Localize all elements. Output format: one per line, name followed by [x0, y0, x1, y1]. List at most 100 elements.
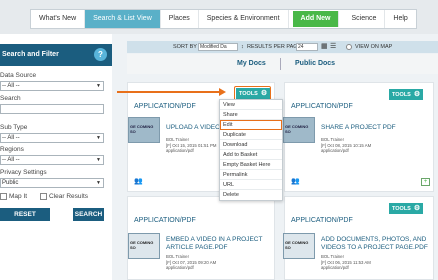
card-title-line-1[interactable]: ADD DOCUMENTS, PHOTOS, AND	[321, 236, 426, 244]
regions-select[interactable]: -- All -- ▼	[0, 155, 104, 165]
tools-label: TOOLS	[392, 92, 411, 98]
sort-direction-icon[interactable]: ↕	[241, 41, 244, 53]
data-source-label: Data Source	[0, 72, 37, 79]
tools-label: TOOLS	[392, 206, 411, 212]
card-author: BOL Trainer	[321, 137, 345, 142]
nav-add-new[interactable]: Add New	[292, 11, 340, 27]
tools-menu: View Share Edit Duplicate Download Add t…	[219, 99, 283, 201]
card-title[interactable]: UPLOAD A VIDEO	[166, 124, 220, 132]
card-thumbnail[interactable]: GE COMING SO	[283, 233, 315, 259]
card-title-line-2[interactable]: VIDEOS TO A PROJECT PAGE.PDF	[321, 244, 428, 252]
sidebar-title: Search and Filter	[2, 51, 59, 58]
card-thumbnail[interactable]: GE COMING SO	[283, 117, 315, 143]
tab-my-docs[interactable]: My Docs	[237, 60, 266, 67]
results-per-page-select[interactable]: 24	[296, 43, 318, 51]
sub-type-label: Sub Type	[0, 124, 28, 131]
sidebar-header: Search and Filter ?	[0, 44, 112, 66]
people-icon: 👥	[291, 178, 300, 185]
sub-type-select[interactable]: -- All -- ▼	[0, 133, 104, 143]
menu-item-add-to-basket[interactable]: Add to Basket	[220, 150, 282, 160]
nav-science[interactable]: Science	[343, 10, 386, 28]
card-title[interactable]: SHARE A PROJECT PDF	[321, 124, 396, 132]
tab-public-docs[interactable]: Public Docs	[295, 60, 335, 67]
doc-tabs: My Docs Public Docs	[127, 54, 438, 74]
view-on-map-radio[interactable]	[346, 44, 352, 50]
search-input[interactable]	[0, 104, 104, 114]
privacy-value: Public	[2, 180, 19, 186]
tab-divider	[280, 58, 281, 70]
menu-item-duplicate[interactable]: Duplicate	[220, 130, 282, 140]
document-card[interactable]: TOOLS ⚙ APPLICATION/PDF GE COMING SO ADD …	[283, 196, 434, 280]
menu-item-edit[interactable]: Edit	[220, 120, 282, 130]
top-bar: What's New Search & List View Places Spe…	[0, 0, 438, 34]
search-filter-sidebar: Search and Filter ? Data Source -- All -…	[0, 34, 112, 280]
nav-species-environment[interactable]: Species & Environment	[199, 10, 289, 28]
search-button[interactable]: SEARCH	[73, 208, 104, 221]
card-type: APPLICATION/PDF	[134, 217, 196, 224]
sub-type-value: -- All --	[2, 135, 20, 141]
sort-by-value: Modified Da	[200, 44, 227, 50]
gear-icon: ⚙	[413, 91, 421, 98]
card-type: APPLICATION/PDF	[291, 103, 353, 110]
tutorial-arrow-head	[219, 88, 226, 96]
menu-item-empty-basket-here[interactable]: Empty Basket Here	[220, 160, 282, 170]
card-mime: application/pdf	[321, 148, 349, 153]
list-view-icon[interactable]: ☰	[330, 41, 336, 53]
chevron-down-icon: ▼	[96, 180, 101, 186]
nav-places[interactable]: Places	[161, 10, 199, 28]
card-author: BOL Trainer	[166, 137, 190, 142]
grid-view-icon[interactable]: ▦	[321, 41, 328, 53]
data-source-value: -- All --	[2, 83, 20, 89]
chevron-down-icon: ▼	[96, 135, 101, 141]
search-label: Search	[0, 95, 21, 102]
map-it-label: Map It	[9, 193, 28, 200]
tools-button[interactable]: TOOLS ⚙	[389, 203, 424, 214]
card-author: BOL Trainer	[166, 254, 190, 259]
sort-bar: SORT BY Modified Da ↕ RESULTS PER PAGE 2…	[127, 41, 438, 53]
document-card[interactable]: TOOLS ⚙ APPLICATION/PDF GE COMING SO SHAR…	[283, 82, 434, 192]
sort-by-select[interactable]: Modified Da	[198, 43, 238, 51]
help-icon[interactable]: ?	[94, 48, 107, 61]
menu-item-view[interactable]: View	[220, 100, 282, 110]
results-per-page-value: 24	[298, 44, 304, 50]
regions-value: -- All --	[2, 157, 20, 163]
privacy-select[interactable]: Public ▼	[0, 178, 104, 188]
clear-results-checkbox[interactable]	[40, 193, 47, 200]
privacy-label: Privacy Settings	[0, 169, 47, 176]
tools-button[interactable]: TOOLS ⚙	[389, 89, 424, 100]
gear-icon: ⚙	[413, 205, 421, 212]
chevron-down-icon: ▼	[96, 157, 101, 163]
card-author: BOL Trainer	[321, 254, 345, 259]
main-nav: What's New Search & List View Places Spe…	[30, 9, 417, 29]
menu-item-delete[interactable]: Delete	[220, 190, 282, 200]
card-mime: application/pdf	[166, 265, 194, 270]
nav-whats-new[interactable]: What's New	[31, 10, 86, 28]
tutorial-arrow	[117, 91, 221, 93]
people-icon: 👥	[134, 178, 143, 185]
clear-results-label: Clear Results	[49, 193, 89, 200]
menu-item-share[interactable]: Share	[220, 110, 282, 120]
view-on-map-label: VIEW ON MAP	[355, 44, 393, 50]
chevron-down-icon: ▼	[96, 83, 101, 89]
menu-item-download[interactable]: Download	[220, 140, 282, 150]
card-thumbnail[interactable]: GE COMING SO	[128, 117, 160, 143]
reset-listings-button[interactable]: RESET LISTINGS	[0, 208, 50, 231]
document-card[interactable]: APPLICATION/PDF GE COMING SO EMBED A VID…	[127, 196, 275, 280]
menu-item-url[interactable]: URL	[220, 180, 282, 190]
data-source-select[interactable]: -- All -- ▼	[0, 81, 104, 91]
card-type: APPLICATION/PDF	[291, 217, 353, 224]
card-thumbnail[interactable]: GE COMING SO	[128, 233, 160, 259]
nav-help[interactable]: Help	[385, 10, 415, 28]
sort-by-label: SORT BY	[173, 44, 197, 50]
card-mime: application/pdf	[166, 148, 194, 153]
map-it-checkbox[interactable]	[0, 193, 7, 200]
menu-item-permalink[interactable]: Permalink	[220, 170, 282, 180]
card-title-line-1[interactable]: EMBED A VIDEO IN A PROJECT	[166, 236, 262, 244]
card-type: APPLICATION/PDF	[134, 103, 196, 110]
regions-label: Regions	[0, 146, 24, 153]
nav-search-list-view[interactable]: Search & List View	[85, 10, 161, 28]
card-mime: application/pdf	[321, 265, 349, 270]
results-per-page-label: RESULTS PER PAGE	[247, 44, 302, 50]
card-title-line-2[interactable]: ARTICLE PAGE.PDF	[166, 244, 228, 252]
add-to-basket-icon[interactable]: +	[421, 178, 430, 186]
